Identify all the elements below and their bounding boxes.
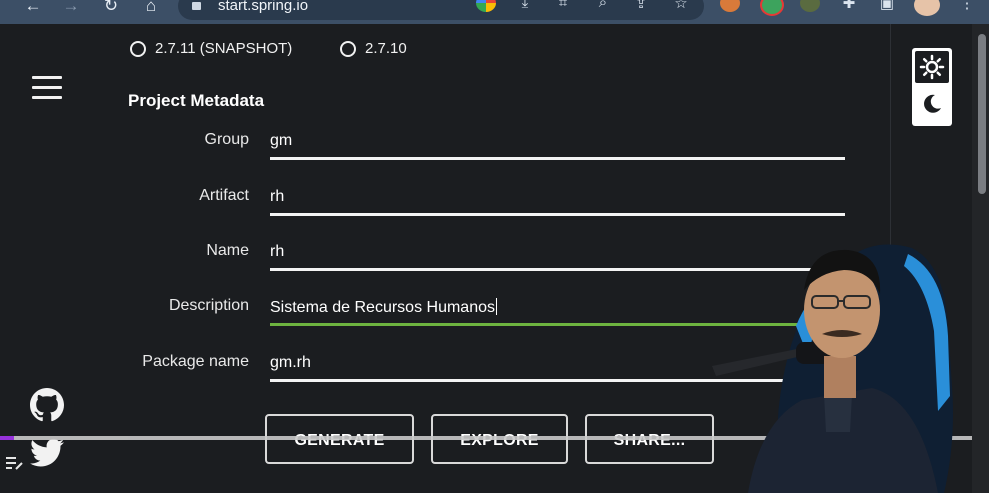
description-input[interactable]: Sistema de Recursos Humanos (270, 298, 497, 317)
share-page-icon[interactable]: ⇪ (630, 0, 652, 14)
twitter-icon[interactable] (30, 438, 64, 468)
moon-icon[interactable] (922, 94, 942, 114)
field-label: Group (204, 131, 249, 148)
field-label: Description (168, 297, 249, 314)
input-underline (270, 213, 845, 216)
group-input[interactable]: gm (270, 132, 292, 150)
lock-icon (192, 2, 201, 10)
field-label: Name (206, 242, 249, 259)
field-label: Artifact (199, 187, 249, 204)
browser-menu-icon[interactable]: ⋮ (956, 0, 978, 14)
artifact-input[interactable]: rh (270, 188, 284, 206)
light-theme-button[interactable] (915, 51, 949, 83)
scrollbar-thumb[interactable] (978, 34, 986, 194)
video-progress-played (0, 436, 14, 440)
radio-circle-icon (340, 41, 356, 57)
text-caret (495, 298, 497, 315)
extensions-puzzle-icon[interactable]: ✚ (838, 0, 860, 14)
field-label: Package name (142, 353, 249, 370)
section-title: Project Metadata (128, 91, 265, 110)
menu-icon[interactable] (32, 76, 62, 100)
install-icon[interactable]: ⤓ (514, 0, 536, 14)
sun-icon (919, 54, 945, 80)
address-bar[interactable]: start.spring.io (178, 0, 704, 20)
profile-avatar[interactable] (914, 0, 940, 16)
zoom-icon[interactable]: ⌕ (592, 0, 614, 14)
forward-button[interactable]: → (60, 0, 82, 20)
extension-green-icon[interactable] (800, 0, 820, 12)
playlist-icon[interactable] (6, 455, 24, 471)
address-url: start.spring.io (218, 0, 309, 14)
side-panel-icon[interactable]: ▣ (876, 0, 898, 14)
version-label: 2.7.11 (SNAPSHOT) (155, 40, 293, 57)
browser-toolbar: ← → ↻ ⌂ start.spring.io ⤓ ⌗ ⌕ ⇪ ☆ ✚ ▣ ⋮ (0, 0, 989, 24)
webcam-overlay (712, 244, 953, 493)
package-name-input[interactable]: gm.rh (270, 354, 311, 372)
version-label: 2.7.10 (365, 40, 407, 57)
bookmark-star-icon[interactable]: ☆ (670, 0, 692, 14)
radio-circle-icon (130, 41, 146, 57)
home-button[interactable]: ⌂ (140, 0, 162, 20)
reload-button[interactable]: ↻ (100, 0, 122, 20)
translate-icon[interactable]: ⌗ (552, 0, 574, 14)
extension-color-icon[interactable] (760, 0, 784, 16)
github-icon[interactable] (30, 388, 64, 422)
extension-owl-icon[interactable] (720, 0, 740, 12)
description-value: Sistema de Recursos Humanos (270, 299, 495, 316)
back-button[interactable]: ← (22, 0, 44, 20)
input-underline (270, 157, 845, 160)
name-input[interactable]: rh (270, 243, 284, 261)
